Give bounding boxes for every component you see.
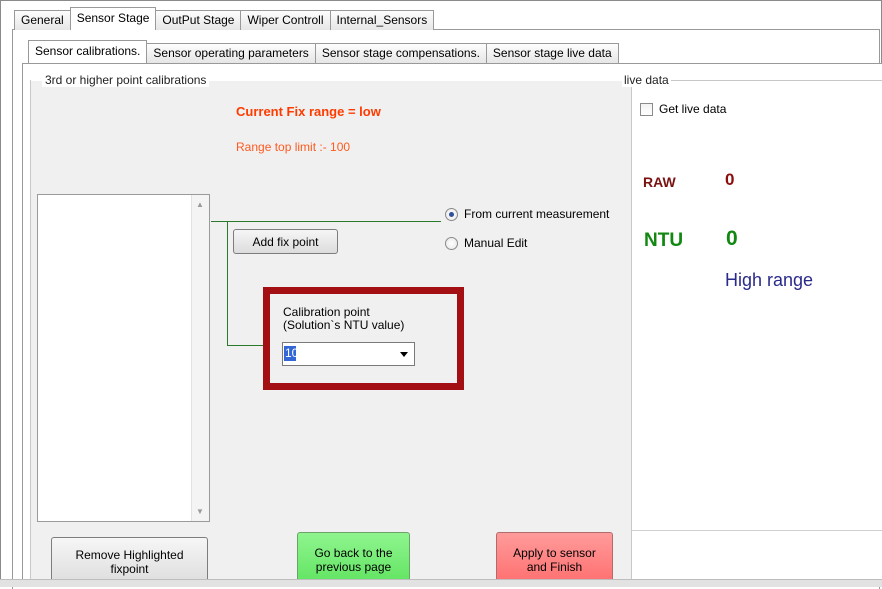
live-data-title: live data: [622, 73, 671, 87]
tab-wiper-controll[interactable]: Wiper Controll: [240, 10, 331, 30]
calibration-group-title: 3rd or higher point calibrations: [42, 73, 210, 87]
bottom-scroll-strip: [0, 579, 882, 587]
checkbox-icon[interactable]: [640, 102, 653, 116]
raw-value: 0: [725, 170, 735, 189]
scroll-up-icon[interactable]: ▲: [191, 196, 209, 213]
top-tabstrip: General Sensor Stage OutPut Stage Wiper …: [14, 7, 435, 30]
radio-manual-edit[interactable]: Manual Edit: [445, 236, 527, 250]
radio-from-current-label: From current measurement: [464, 207, 610, 221]
sub-tabstrip: Sensor calibrations. Sensor operating pa…: [28, 40, 619, 63]
live-data-groupbox: [632, 80, 882, 530]
calibration-point-label: Calibration point (Solution`s NTU value): [283, 306, 404, 332]
tab-sensor-calibrations[interactable]: Sensor calibrations.: [28, 40, 148, 63]
ntu-value: 0: [726, 227, 738, 250]
get-live-data-checkbox[interactable]: Get live data: [640, 102, 726, 116]
ntu-label: NTU: [644, 230, 684, 251]
tab-internal-sensors[interactable]: Internal_Sensors: [329, 10, 435, 30]
listbox-scrollbar[interactable]: [191, 195, 209, 521]
back-button-label-line2: previous page: [315, 559, 392, 574]
tab-output-stage[interactable]: OutPut Stage: [155, 10, 242, 30]
connector-line-vertical: [227, 221, 228, 346]
calibration-point-value[interactable]: 10: [284, 346, 298, 361]
add-fix-point-button[interactable]: Add fix point: [233, 229, 338, 254]
apply-button-label-line1: Apply to sensor: [513, 545, 596, 560]
calibration-point-label-line2: (Solution`s NTU value): [283, 318, 405, 332]
tab-general[interactable]: General: [14, 10, 71, 30]
raw-label: RAW: [643, 174, 676, 190]
tab-sensor-stage[interactable]: Sensor Stage: [69, 7, 157, 30]
chevron-down-icon[interactable]: [398, 348, 410, 360]
back-button-label-line1: Go back to the: [314, 545, 393, 560]
calibration-point-highlight: [263, 287, 464, 390]
tab-sensor-stage-compensations[interactable]: Sensor stage compensations.: [314, 43, 487, 63]
scroll-down-icon[interactable]: ▼: [191, 503, 209, 520]
fixpoint-listbox[interactable]: [37, 194, 210, 522]
get-live-data-label: Get live data: [659, 102, 727, 116]
radio-manual-label: Manual Edit: [464, 236, 528, 250]
radio-unselected-icon[interactable]: [445, 236, 458, 250]
apply-button-label-line2: and Finish: [526, 559, 583, 574]
calibration-point-combobox[interactable]: [282, 342, 415, 366]
remove-button-label-line1: Remove Highlighted: [75, 548, 184, 562]
range-status-label: High range: [725, 270, 814, 290]
fix-range-label: Current Fix range = low: [236, 104, 381, 119]
remove-button-label-line2: fixpoint: [110, 562, 149, 576]
tab-sensor-stage-live-data[interactable]: Sensor stage live data: [485, 43, 619, 63]
live-data-divider: [632, 530, 882, 531]
radio-selected-icon[interactable]: [445, 207, 458, 221]
radio-from-current-measurement[interactable]: From current measurement: [445, 207, 609, 221]
tab-sensor-operating-parameters[interactable]: Sensor operating parameters: [146, 43, 316, 63]
range-top-limit-label: Range top limit :- 100: [236, 140, 351, 154]
